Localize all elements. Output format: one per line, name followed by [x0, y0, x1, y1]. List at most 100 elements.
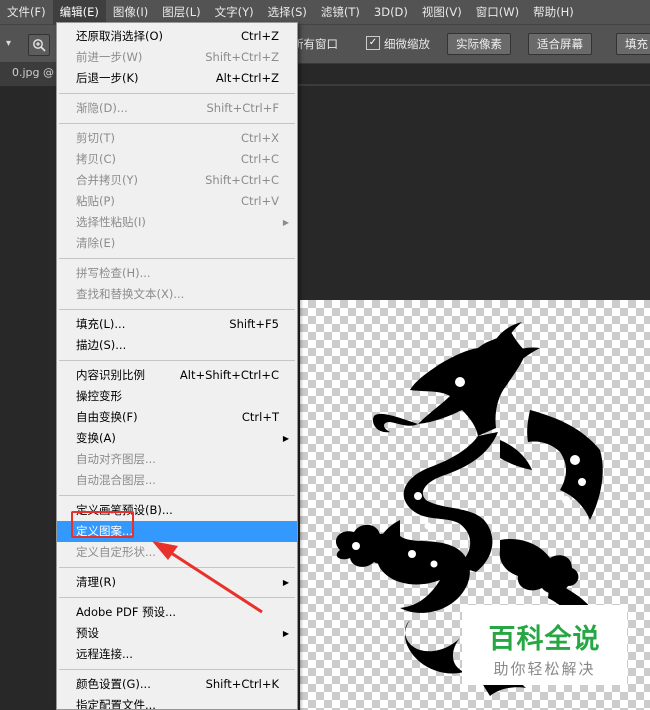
menu-item[interactable]: 变换(A) ▶ — [57, 428, 297, 449]
menu-item[interactable]: 查找和替换文本(X)... — [57, 284, 297, 305]
scrubby-zoom-label: 细微缩放 — [384, 37, 430, 51]
menu-item-label: 清理(R) — [76, 575, 116, 589]
zoom-in-button[interactable] — [28, 34, 50, 56]
menu-item-label: 查找和替换文本(X)... — [76, 287, 185, 301]
scrubby-zoom-checkbox[interactable]: ✓ — [366, 36, 380, 50]
menu-item-label: 内容识别比例 — [76, 368, 145, 382]
menu-separator — [59, 123, 295, 124]
actual-pixels-button[interactable]: 实际像素 — [447, 33, 511, 55]
menu-item[interactable]: 预设 ▶ — [57, 623, 297, 644]
menu-item[interactable]: 远程连接... — [57, 644, 297, 665]
menu-item[interactable]: 定义自定形状... — [57, 542, 297, 563]
menu-item[interactable]: 渐隐(D)... Shift+Ctrl+F — [57, 98, 297, 119]
menu-item[interactable]: 选择性粘贴(I) ▶ — [57, 212, 297, 233]
menu-item[interactable]: 还原取消选择(O) Ctrl+Z — [57, 26, 297, 47]
menubar-item[interactable]: 编辑(E) — [52, 0, 106, 24]
menu-item[interactable]: 清理(R) ▶ — [57, 572, 297, 593]
menu-item[interactable]: 自动对齐图层... — [57, 449, 297, 470]
menu-item[interactable]: 操控变形 — [57, 386, 297, 407]
menu-item-label: 操控变形 — [76, 389, 122, 403]
menu-item[interactable]: 颜色设置(G)... Shift+Ctrl+K — [57, 674, 297, 695]
menu-item[interactable]: 描边(S)... — [57, 335, 297, 356]
document-tab[interactable]: 0.jpg @ — [0, 62, 56, 84]
menu-separator — [59, 669, 295, 670]
menu-item-label: Adobe PDF 预设... — [76, 605, 177, 619]
menu-item[interactable]: 拷贝(C) Ctrl+C — [57, 149, 297, 170]
menu-item[interactable]: 清除(E) — [57, 233, 297, 254]
annotation-highlight-box — [71, 511, 134, 538]
menu-item[interactable]: 自由变换(F) Ctrl+T — [57, 407, 297, 428]
menubar-item[interactable]: 图像(I) — [106, 0, 155, 24]
watermark-subtitle: 助你轻松解决 — [493, 660, 596, 678]
menu-item-shortcut: Ctrl+C — [240, 152, 279, 166]
menu-item[interactable]: 前进一步(W) Shift+Ctrl+Z — [57, 47, 297, 68]
menubar-item[interactable]: 文件(F) — [0, 0, 53, 24]
menu-item[interactable]: 自动混合图层... — [57, 470, 297, 491]
menubar-item[interactable]: 帮助(H) — [526, 0, 581, 24]
menu-item[interactable]: 合并拷贝(Y) Shift+Ctrl+C — [57, 170, 297, 191]
menu-item[interactable]: 内容识别比例 Alt+Shift+Ctrl+C — [57, 365, 297, 386]
fill-screen-button[interactable]: 填充 — [616, 33, 650, 55]
menu-item[interactable]: 拼写检查(H)... — [57, 263, 297, 284]
menu-item-shortcut: Shift+Ctrl+K — [205, 677, 279, 691]
menu-item[interactable]: 剪切(T) Ctrl+X — [57, 128, 297, 149]
zoom-in-icon — [33, 39, 46, 52]
submenu-arrow-icon: ▶ — [282, 434, 289, 443]
menu-item-label: 后退一步(K) — [76, 71, 139, 85]
menu-item[interactable]: 填充(L)... Shift+F5 — [57, 314, 297, 335]
menu-item-label: 拼写检查(H)... — [76, 266, 151, 280]
menu-item-shortcut: Ctrl+Z — [241, 29, 279, 43]
menu-item-label: 渐隐(D)... — [76, 101, 128, 115]
watermark-logo: 百科全说 助你轻松解决 — [462, 605, 627, 685]
fit-screen-button[interactable]: 适合屏幕 — [528, 33, 592, 55]
menu-item[interactable]: Adobe PDF 预设... — [57, 602, 297, 623]
menu-item-label: 自动混合图层... — [76, 473, 156, 487]
tool-preset-dropdown-icon[interactable]: ▾ — [6, 38, 11, 49]
submenu-arrow-icon: ▶ — [282, 218, 289, 227]
menu-item-shortcut: Shift+Ctrl+C — [205, 173, 279, 187]
menu-item-label: 定义自定形状... — [76, 545, 156, 559]
menubar-item[interactable]: 图层(L) — [155, 0, 207, 24]
menubar-item[interactable]: 选择(S) — [261, 0, 314, 24]
menu-item-label: 选择性粘贴(I) — [76, 215, 146, 229]
menu-item-label: 合并拷贝(Y) — [76, 173, 138, 187]
edit-menu-dropdown: 还原取消选择(O) Ctrl+Z 前进一步(W) Shift+Ctrl+Z 后退一步(K… — [56, 22, 298, 710]
menu-separator — [59, 567, 295, 568]
menu-item[interactable]: 指定配置文件... — [57, 695, 297, 710]
menu-item-shortcut: Shift+Ctrl+F — [206, 101, 280, 115]
all-windows-label[interactable]: 所有窗口 — [292, 36, 338, 52]
menubar-item[interactable]: 3D(D) — [367, 0, 415, 24]
menubar-item[interactable]: 窗口(W) — [469, 0, 526, 24]
menu-item-shortcut: Alt+Shift+Ctrl+C — [179, 368, 279, 382]
menu-item-shortcut: Ctrl+X — [241, 131, 279, 145]
menu-item-label: 自动对齐图层... — [76, 452, 156, 466]
watermark-title: 百科全说 — [488, 624, 601, 655]
menu-item-shortcut: Alt+Ctrl+Z — [215, 71, 279, 85]
menu-item-label: 拷贝(C) — [76, 152, 117, 166]
menu-item-shortcut: Ctrl+V — [241, 194, 279, 208]
menu-item-label: 预设 — [76, 626, 99, 640]
menu-item-shortcut: Ctrl+T — [241, 410, 279, 424]
menu-item-label: 前进一步(W) — [76, 50, 143, 64]
menu-separator — [59, 258, 295, 259]
menubar-item[interactable]: 文字(Y) — [208, 0, 261, 24]
menu-item-label: 粘贴(P) — [76, 194, 115, 208]
menu-item-label: 远程连接... — [76, 647, 133, 661]
menubar: 文件(F) 编辑(E) 图像(I) 图层(L) 文字(Y) 选择(S) 滤镜(T) 3D(D)… — [0, 0, 650, 24]
menu-item[interactable]: 粘贴(P) Ctrl+V — [57, 191, 297, 212]
menu-separator — [59, 495, 295, 496]
menubar-item[interactable]: 视图(V) — [415, 0, 469, 24]
menu-item-label: 填充(L)... — [76, 317, 126, 331]
menu-item-label: 自由变换(F) — [76, 410, 138, 424]
menu-item-label: 颜色设置(G)... — [76, 677, 151, 691]
menu-item-label: 描边(S)... — [76, 338, 127, 352]
menu-item-label: 还原取消选择(O) — [76, 29, 164, 43]
menu-item[interactable]: 后退一步(K) Alt+Ctrl+Z — [57, 68, 297, 89]
menu-separator — [59, 360, 295, 361]
menu-item-label: 清除(E) — [76, 236, 116, 250]
menubar-item[interactable]: 滤镜(T) — [314, 0, 367, 24]
menu-item-label: 指定配置文件... — [76, 698, 156, 710]
menu-separator — [59, 597, 295, 598]
menu-item-shortcut: Shift+F5 — [229, 317, 279, 331]
menu-separator — [59, 93, 295, 94]
